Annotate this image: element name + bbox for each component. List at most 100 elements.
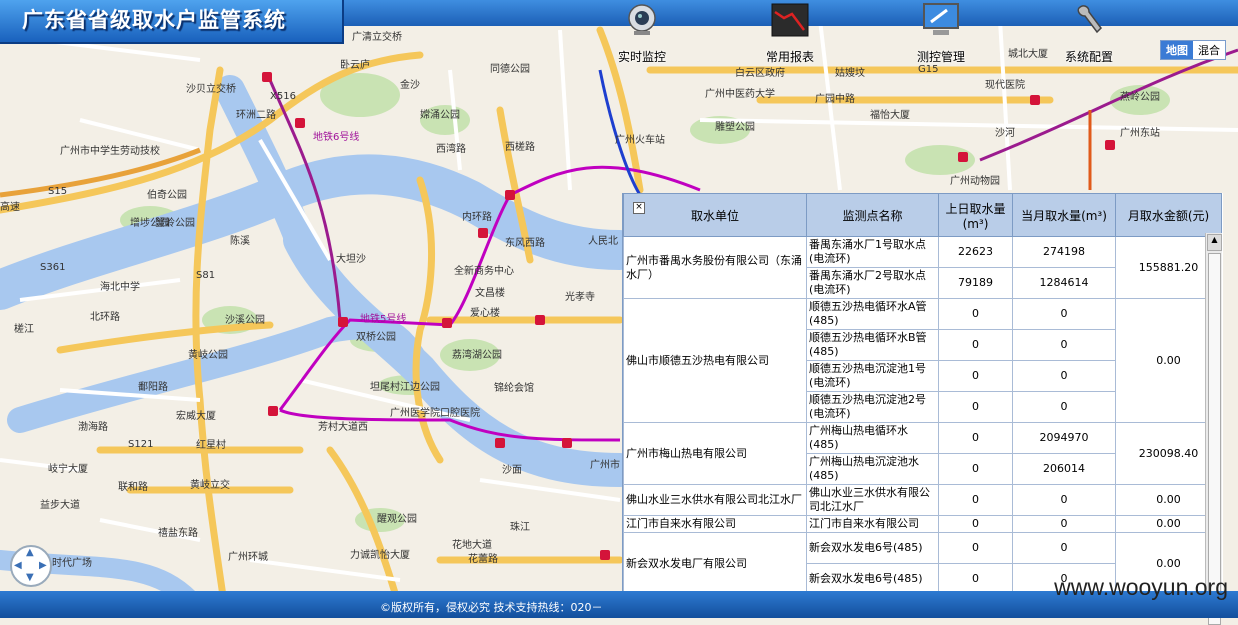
map-label: 环洲二路 — [236, 108, 276, 121]
map-label: 西湾路 — [436, 142, 466, 155]
nav-system-config[interactable]: 系统配置 — [1029, 0, 1149, 66]
col-header-amount: 月取水金额(元) — [1115, 193, 1222, 237]
map-label: 嫦涌公园 — [420, 108, 460, 121]
scroll-thumb[interactable] — [1208, 253, 1221, 625]
cell-month: 0 — [1012, 515, 1116, 533]
table-scrollbar[interactable]: ▲ — [1205, 233, 1222, 625]
map-label: 荔湾湖公园 — [452, 348, 502, 361]
water-intake-table: 取水单位 监测点名称 上日取水量(m³) 当月取水量(m³) 月取水金额(元) … — [623, 193, 1222, 618]
map-type-switch: 地图 混合 — [1160, 40, 1226, 60]
map-label: S361 — [40, 262, 65, 273]
map-label: 西槎路 — [505, 140, 535, 153]
cell-month: 1284614 — [1012, 267, 1116, 299]
map-label: S121 — [128, 439, 153, 450]
map-label: 黄岐公园 — [188, 348, 228, 361]
map-label: 内环路 — [462, 210, 492, 223]
cell-prev-day: 0 — [938, 422, 1013, 454]
map-label: 燕岭公园 — [1120, 90, 1160, 103]
nav-label: 测控管理 — [916, 50, 965, 64]
pan-down-icon[interactable]: ▼ — [26, 572, 34, 583]
map-label: X516 — [270, 91, 296, 102]
nav-label: 实时监控 — [617, 50, 666, 64]
footer-bar: ©版权所有，侵权必究 技术支持热线：020－ — [0, 591, 1238, 618]
map-type-hybrid-button[interactable]: 混合 — [1193, 41, 1225, 59]
map-label: 红星村 — [196, 438, 226, 451]
cell-prev-day: 0 — [938, 329, 1013, 361]
pan-right-icon[interactable]: ▶ — [39, 560, 47, 571]
map-label: 坦尾村江边公园 — [370, 380, 440, 393]
map-label: 时代广场 — [52, 556, 92, 569]
map-label: 人民北 — [588, 235, 618, 247]
cell-point: 新会双水发电6号(485) — [806, 532, 939, 564]
table-row: 广州市番禺水务股份有限公司（东涌水厂） 番禺东涌水厂1号取水点(电流环) 22623… — [623, 236, 1222, 299]
map-label: 地铁5号线 — [360, 312, 406, 325]
map-type-map-button[interactable]: 地图 — [1161, 41, 1193, 59]
table-row: 广州市梅山热电有限公司 广州梅山热电循环水(485) 0 2094970 230098.… — [623, 422, 1222, 485]
cell-point: 广州梅山热电循环水(485) — [806, 422, 939, 454]
map-label: 北环路 — [90, 310, 120, 323]
water-intake-panel: × 取水单位 监测点名称 上日取水量(m³) 当月取水量(m³) 月取水金额(元… — [622, 193, 1223, 618]
cell-prev-day: 22623 — [938, 236, 1013, 268]
nav-common-reports[interactable]: 常用报表 — [730, 0, 850, 66]
cell-month: 0 — [1012, 298, 1116, 330]
table-row: 佛山水业三水供水有限公司北江水厂 佛山水业三水供水有限公司北江水厂 0 0 0.00 — [623, 484, 1222, 516]
app-logo: 广东省省级取水户监管系统 — [0, 0, 344, 44]
close-icon[interactable]: × — [633, 202, 645, 214]
map-label: 益步大道 — [40, 498, 80, 511]
map-label: 地铁6号线 — [313, 130, 359, 143]
map-label: 广清立交桥 — [352, 30, 402, 43]
map-label: 珠江 — [510, 520, 530, 533]
pan-left-icon[interactable]: ◀ — [14, 560, 22, 571]
map-label: 鄱阳路 — [138, 380, 168, 393]
map-label: 福怡大厦 — [870, 108, 910, 121]
cell-unit: 佛山市顺德五沙热电有限公司 — [623, 298, 807, 423]
map-label: 卧云庐 — [340, 58, 370, 71]
cell-prev-day: 79189 — [938, 267, 1013, 299]
nav-measure-control[interactable]: 测控管理 — [881, 0, 1001, 66]
map-label: 广州市中学生劳动技校 — [60, 144, 160, 157]
map-label: 岐宁大厦 — [48, 462, 88, 475]
cell-month: 0 — [1012, 360, 1116, 392]
app-title: 广东省省级取水户监管系统 — [22, 8, 286, 32]
cell-point: 番禺东涌水厂1号取水点(电流环) — [806, 236, 939, 268]
cell-month: 0 — [1012, 532, 1116, 564]
map-label: 芳村大道西 — [318, 420, 368, 433]
chart-icon — [771, 3, 809, 37]
map-label: 广州动物园 — [950, 174, 1000, 187]
cell-month: 274198 — [1012, 236, 1116, 268]
cell-month: 0 — [1012, 391, 1116, 423]
cell-point: 江门市自来水有限公司 — [806, 515, 939, 533]
cell-point: 番禺东涌水厂2号取水点(电流环) — [806, 267, 939, 299]
table-row: 佛山市顺德五沙热电有限公司 顺德五沙热电循环水A管(485) 0 0 0.00 — [623, 298, 1222, 423]
map-label: 禧盐东路 — [158, 526, 198, 539]
map-label: S15 — [48, 186, 67, 197]
map-label: 蟹岭公园 — [155, 216, 195, 229]
table-row: 新会双水发电厂有限公司 新会双水发电6号(485) 0 0 0.00 — [623, 532, 1222, 595]
map-label: 沙贝立交桥 — [186, 82, 236, 95]
map-label: 东风西路 — [505, 236, 545, 249]
pan-up-icon[interactable]: ▲ — [26, 547, 34, 558]
table-header-row: 取水单位 监测点名称 上日取水量(m³) 当月取水量(m³) 月取水金额(元) — [623, 193, 1222, 237]
nav-realtime-monitor[interactable]: 实时监控 — [582, 0, 702, 66]
map-pan-control[interactable]: ▲ ◀ ▶ ▼ — [10, 545, 52, 587]
nav-label: 常用报表 — [765, 50, 814, 64]
cell-prev-day: 0 — [938, 484, 1013, 516]
cell-month: 0 — [1012, 329, 1116, 361]
cell-unit: 广州市梅山热电有限公司 — [623, 422, 807, 485]
map-label: 渤海路 — [78, 420, 108, 433]
map-label: 宏威大厦 — [176, 409, 216, 422]
col-header-month: 当月取水量(m³) — [1012, 193, 1116, 237]
cell-prev-day: 0 — [938, 298, 1013, 330]
cell-prev-day: 0 — [938, 515, 1013, 533]
map-label: 双桥公园 — [356, 331, 396, 343]
map-label: 光孝寺 — [565, 290, 595, 303]
map-label: 白云区政府 — [735, 66, 785, 79]
map-label: 海北中学 — [100, 280, 140, 293]
cell-point: 新会双水发电6号(485) — [806, 563, 939, 595]
cell-month: 2094970 — [1012, 422, 1116, 454]
table-row: 江门市自来水有限公司 江门市自来水有限公司 0 0 0.00 — [623, 515, 1222, 533]
cell-point: 佛山水业三水供水有限公司北江水厂 — [806, 484, 939, 516]
scroll-up-icon[interactable]: ▲ — [1207, 234, 1222, 251]
map-label: 广园中路 — [815, 92, 855, 105]
map-label: 黄岐立交 — [190, 478, 230, 491]
